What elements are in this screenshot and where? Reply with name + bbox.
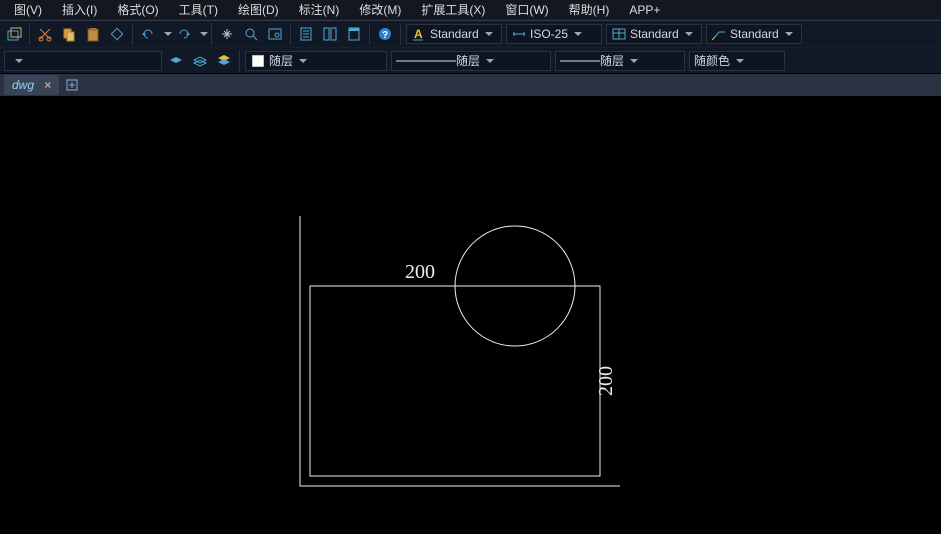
mleader-style-combo[interactable]: Standard: [706, 24, 802, 44]
menu-ext-tools[interactable]: 扩展工具(X): [411, 1, 495, 18]
copy-icon[interactable]: [58, 23, 80, 45]
undo-icon[interactable]: [137, 23, 159, 45]
mleader-style-label: Standard: [730, 27, 781, 41]
table-style-label: Standard: [630, 27, 681, 41]
layer-previous-icon[interactable]: [189, 50, 211, 72]
dropdown-icon: [486, 59, 494, 63]
menu-tools[interactable]: 工具(T): [169, 1, 228, 18]
menu-app-plus[interactable]: APP+: [619, 3, 670, 17]
cad-drawing: 200 200: [0, 96, 941, 534]
dropdown-icon: [15, 59, 23, 63]
linetype-label: 随层: [456, 52, 482, 69]
color-label: 随层: [269, 52, 295, 69]
drawing-canvas[interactable]: 200 200: [0, 96, 941, 534]
table-style-combo[interactable]: Standard: [606, 24, 702, 44]
separator: [211, 23, 212, 45]
cut-icon[interactable]: [34, 23, 56, 45]
layer-manager-icon[interactable]: [213, 50, 235, 72]
toolbar-layers: 随层 随层 随层 随颜色: [0, 48, 941, 74]
separator: [290, 23, 291, 45]
menu-insert[interactable]: 插入(I): [52, 1, 107, 18]
tool-1-icon[interactable]: [3, 23, 25, 45]
menu-help[interactable]: 帮助(H): [559, 1, 620, 18]
axes-polyline: [300, 216, 620, 486]
text-style-label: Standard: [430, 27, 481, 41]
dropdown-icon: [485, 32, 493, 36]
dropdown-icon: [630, 59, 638, 63]
linetype-preview-icon: [396, 57, 456, 65]
dim-style-label: ISO-25: [530, 27, 570, 41]
table-style-icon: [611, 26, 627, 42]
text-style-combo[interactable]: A Standard: [406, 24, 502, 44]
lineweight-combo[interactable]: 随层: [555, 51, 685, 71]
zoom-icon[interactable]: [240, 23, 262, 45]
undo-dropdown[interactable]: [164, 32, 172, 36]
redo-icon[interactable]: [173, 23, 195, 45]
tab-name: dwg: [12, 78, 34, 92]
help-icon[interactable]: ?: [374, 23, 396, 45]
plot-color-label: 随颜色: [694, 52, 732, 69]
lineweight-label: 随层: [600, 52, 626, 69]
dropdown-icon: [785, 32, 793, 36]
new-tab-button[interactable]: [63, 76, 81, 94]
layer-combo[interactable]: [4, 51, 162, 71]
svg-text:A: A: [414, 27, 423, 41]
toolbar-main: ? A Standard ISO-25 Standard Standard: [0, 20, 941, 48]
color-swatch-icon: [250, 53, 266, 69]
svg-text:?: ?: [382, 30, 388, 41]
menu-modify[interactable]: 修改(M): [349, 1, 411, 18]
separator: [400, 23, 401, 45]
tool-palette-icon[interactable]: [319, 23, 341, 45]
close-icon[interactable]: ×: [44, 78, 51, 92]
sheet-icon[interactable]: [343, 23, 365, 45]
dim-v-value: 200: [595, 366, 617, 396]
dropdown-icon: [574, 32, 582, 36]
separator: [369, 23, 370, 45]
text-style-icon: A: [411, 26, 427, 42]
separator: [29, 23, 30, 45]
separator: [132, 23, 133, 45]
menu-bar: 图(V) 插入(I) 格式(O) 工具(T) 绘图(D) 标注(N) 修改(M)…: [0, 0, 941, 20]
menu-window[interactable]: 窗口(W): [495, 1, 558, 18]
separator: [239, 50, 240, 72]
menu-annotate[interactable]: 标注(N): [289, 1, 350, 18]
menu-view[interactable]: 图(V): [4, 1, 52, 18]
menu-format[interactable]: 格式(O): [107, 1, 168, 18]
mleader-style-icon: [711, 26, 727, 42]
paste-icon[interactable]: [82, 23, 104, 45]
linetype-combo[interactable]: 随层: [391, 51, 551, 71]
dim-style-combo[interactable]: ISO-25: [506, 24, 602, 44]
dropdown-icon: [685, 32, 693, 36]
dropdown-icon: [736, 59, 744, 63]
match-icon[interactable]: [106, 23, 128, 45]
color-combo[interactable]: 随层: [245, 51, 387, 71]
dim-style-icon: [511, 26, 527, 42]
menu-draw[interactable]: 绘图(D): [228, 1, 289, 18]
lineweight-preview-icon: [560, 57, 600, 65]
zoom-window-icon[interactable]: [264, 23, 286, 45]
dropdown-icon: [299, 59, 307, 63]
properties-icon[interactable]: [295, 23, 317, 45]
document-tabstrip: dwg ×: [0, 74, 941, 96]
redo-dropdown[interactable]: [200, 32, 208, 36]
pan-icon[interactable]: [216, 23, 238, 45]
plot-color-combo[interactable]: 随颜色: [689, 51, 785, 71]
document-tab[interactable]: dwg ×: [4, 75, 59, 95]
rectangle-outline: [310, 286, 600, 476]
layer-make-current-icon[interactable]: [165, 50, 187, 72]
dim-h-value: 200: [405, 261, 435, 283]
